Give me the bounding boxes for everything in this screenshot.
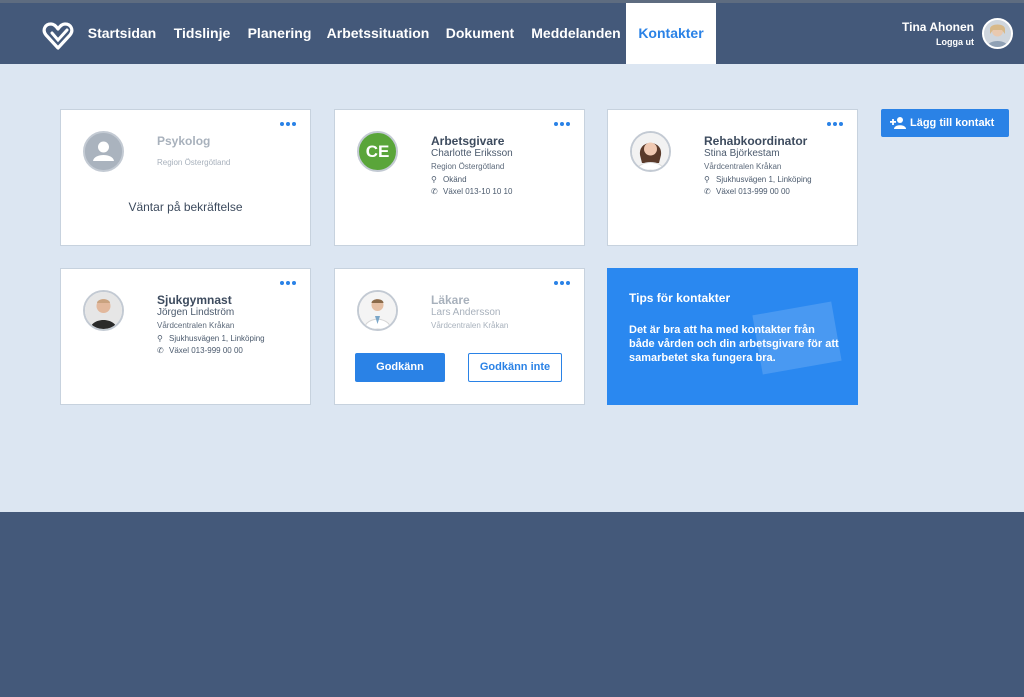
top-navigation-bar: Startsidan Tidslinje Planering Arbetssit…	[0, 0, 1024, 64]
tips-text: Det är bra att ha med kontakter från båd…	[629, 324, 839, 364]
tips-title: Tips för kontakter	[629, 291, 731, 305]
tips-card: Tips för kontakter Det är bra att ha med…	[607, 268, 858, 405]
more-options-icon[interactable]	[280, 277, 296, 287]
avatar: CE	[357, 131, 398, 172]
add-contact-button[interactable]: Lägg till kontakt	[881, 109, 1009, 137]
avatar	[357, 290, 398, 331]
contact-org: Vårdcentralen Kråkan	[431, 321, 509, 330]
pending-status: Väntar på bekräftelse	[128, 200, 243, 214]
contact-card-lakare: Läkare Lars Andersson Vårdcentralen Kråk…	[334, 268, 585, 405]
more-options-icon[interactable]	[554, 118, 570, 128]
logout-link[interactable]: Logga ut	[902, 37, 974, 47]
contact-role: Läkare	[431, 293, 470, 307]
contact-name: Charlotte Eriksson	[431, 148, 513, 159]
nav-item-planering[interactable]: Planering	[243, 3, 316, 64]
contact-photo-icon	[359, 292, 396, 329]
contact-role: Rehabkoordinator	[704, 134, 808, 148]
app-logo-icon[interactable]	[42, 21, 74, 51]
user-photo-icon	[984, 20, 1011, 47]
phone-icon: ✆	[157, 346, 164, 355]
contact-card-sjukgymnast: Sjukgymnast Jörgen Lindström Vårdcentral…	[60, 268, 311, 405]
contact-org: Region Östergötland	[431, 162, 505, 171]
phone-icon: ✆	[704, 187, 711, 196]
contact-org: Vårdcentralen Kråkan	[157, 321, 235, 330]
contact-card-arbetsgivare: CE Arbetsgivare Charlotte Eriksson Regio…	[334, 109, 585, 246]
contact-role: Arbetsgivare	[431, 134, 505, 148]
avatar-initials: CE	[365, 142, 390, 161]
nav-item-meddelanden[interactable]: Meddelanden	[527, 3, 625, 64]
location-pin-icon: ⚲	[704, 175, 710, 184]
avatar	[630, 131, 671, 172]
add-contact-label: Lägg till kontakt	[910, 117, 995, 129]
avatar	[83, 290, 124, 331]
nav-item-arbetssituation[interactable]: Arbetssituation	[324, 3, 432, 64]
nav-item-startsidan[interactable]: Startsidan	[83, 3, 161, 64]
person-placeholder-icon	[85, 133, 122, 170]
add-person-icon	[890, 117, 906, 129]
contact-role: Psykolog	[157, 134, 211, 148]
contact-phone: Växel 013-10 10 10	[443, 187, 513, 196]
page-footer	[0, 512, 1024, 697]
contact-card-psykolog: Psykolog Region Östergötland Väntar på b…	[60, 109, 311, 246]
contact-phone: Växel 013-999 00 00	[716, 187, 790, 196]
contact-photo-icon	[632, 133, 669, 170]
contact-address: Okänd	[443, 175, 467, 184]
more-options-icon[interactable]	[280, 118, 296, 128]
nav-item-kontakter[interactable]: Kontakter	[626, 3, 716, 64]
avatar	[83, 131, 124, 172]
more-options-icon[interactable]	[554, 277, 570, 287]
contact-name: Lars Andersson	[431, 307, 501, 318]
nav-item-tidslinje[interactable]: Tidslinje	[168, 3, 236, 64]
approve-button[interactable]: Godkänn	[355, 353, 445, 382]
location-pin-icon: ⚲	[431, 175, 437, 184]
location-pin-icon: ⚲	[157, 334, 163, 343]
contact-address: Sjukhusvägen 1, Linköping	[716, 175, 812, 184]
contact-address: Sjukhusvägen 1, Linköping	[169, 334, 265, 343]
contact-role: Sjukgymnast	[157, 293, 232, 307]
contact-org: Region Östergötland	[157, 158, 231, 167]
contact-name: Jörgen Lindström	[157, 307, 235, 318]
phone-icon: ✆	[431, 187, 438, 196]
user-avatar[interactable]	[982, 18, 1013, 49]
more-options-icon[interactable]	[827, 118, 843, 128]
nav-item-dokument[interactable]: Dokument	[440, 3, 520, 64]
user-name: Tina Ahonen	[902, 20, 974, 34]
contact-phone: Växel 013-999 00 00	[169, 346, 243, 355]
contact-name: Stina Björkestam	[704, 148, 780, 159]
contact-photo-icon	[85, 292, 122, 329]
user-info: Tina Ahonen Logga ut	[902, 20, 974, 47]
contact-card-rehabkoordinator: Rehabkoordinator Stina Björkestam Vårdce…	[607, 109, 858, 246]
reject-button[interactable]: Godkänn inte	[468, 353, 562, 382]
contact-org: Vårdcentralen Kråkan	[704, 162, 782, 171]
